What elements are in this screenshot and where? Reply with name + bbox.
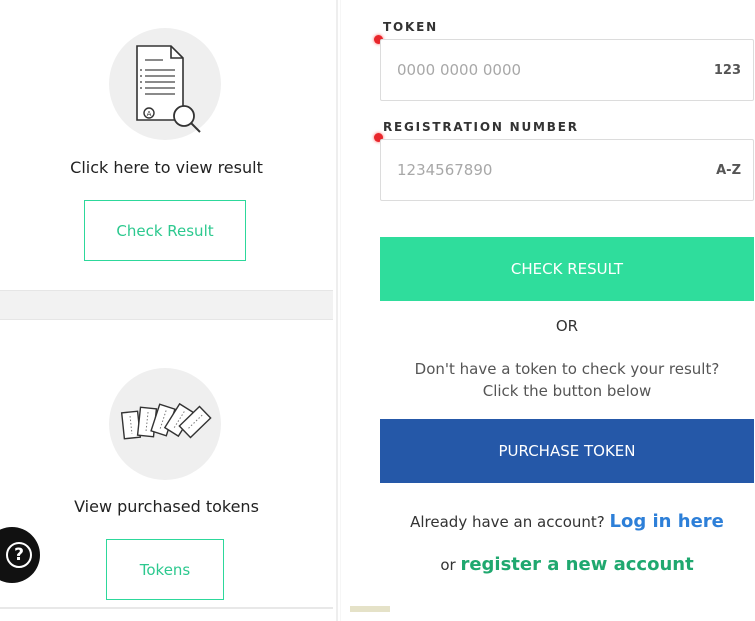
registration-label: REGISTRATION NUMBER	[383, 120, 579, 134]
tokens-text: View purchased tokens	[74, 497, 259, 516]
no-token-info: Don't have a token to check your result?…	[380, 358, 754, 402]
registration-field[interactable]: A-Z	[380, 139, 754, 201]
or-separator: OR	[555, 317, 579, 335]
no-token-info-line2: Click the button below	[482, 382, 652, 400]
login-prompt-text: Already have an account?	[410, 513, 605, 531]
left-panel: A Click here to view result Check Result	[0, 0, 333, 621]
register-link[interactable]: register a new account	[460, 554, 693, 575]
token-label: TOKEN	[383, 20, 438, 34]
document-search-icon: A	[109, 28, 221, 140]
token-suffix: 123	[713, 62, 741, 78]
login-prompt: Already have an account? Log in here	[380, 511, 754, 532]
login-link[interactable]: Log in here	[610, 511, 724, 532]
view-result-card: A Click here to view result Check Result	[0, 0, 333, 290]
purchase-token-button[interactable]: PURCHASE TOKEN	[380, 419, 754, 483]
tickets-icon	[109, 368, 221, 480]
registration-suffix: A-Z	[716, 162, 741, 178]
token-field[interactable]: 123	[380, 39, 754, 101]
section-separator	[0, 290, 333, 320]
register-prompt-text: or	[440, 556, 456, 574]
check-result-button[interactable]: CHECK RESULT	[380, 237, 754, 301]
check-result-link-button[interactable]: Check Result	[84, 200, 246, 261]
bottom-divider	[0, 607, 333, 609]
tokens-button[interactable]: Tokens	[106, 539, 224, 600]
question-mark-icon: ?	[6, 542, 32, 568]
view-result-text: Click here to view result	[70, 158, 263, 177]
register-prompt: or register a new account	[380, 554, 754, 575]
no-token-info-line1: Don't have a token to check your result?	[414, 360, 720, 378]
tokens-card: View purchased tokens Tokens	[0, 320, 333, 610]
token-input[interactable]	[397, 40, 677, 100]
svg-text:A: A	[147, 110, 152, 118]
registration-input[interactable]	[397, 140, 677, 200]
check-result-form: TOKEN 123 REGISTRATION NUMBER A-Z CHECK …	[341, 0, 755, 621]
panel-divider	[336, 0, 338, 621]
